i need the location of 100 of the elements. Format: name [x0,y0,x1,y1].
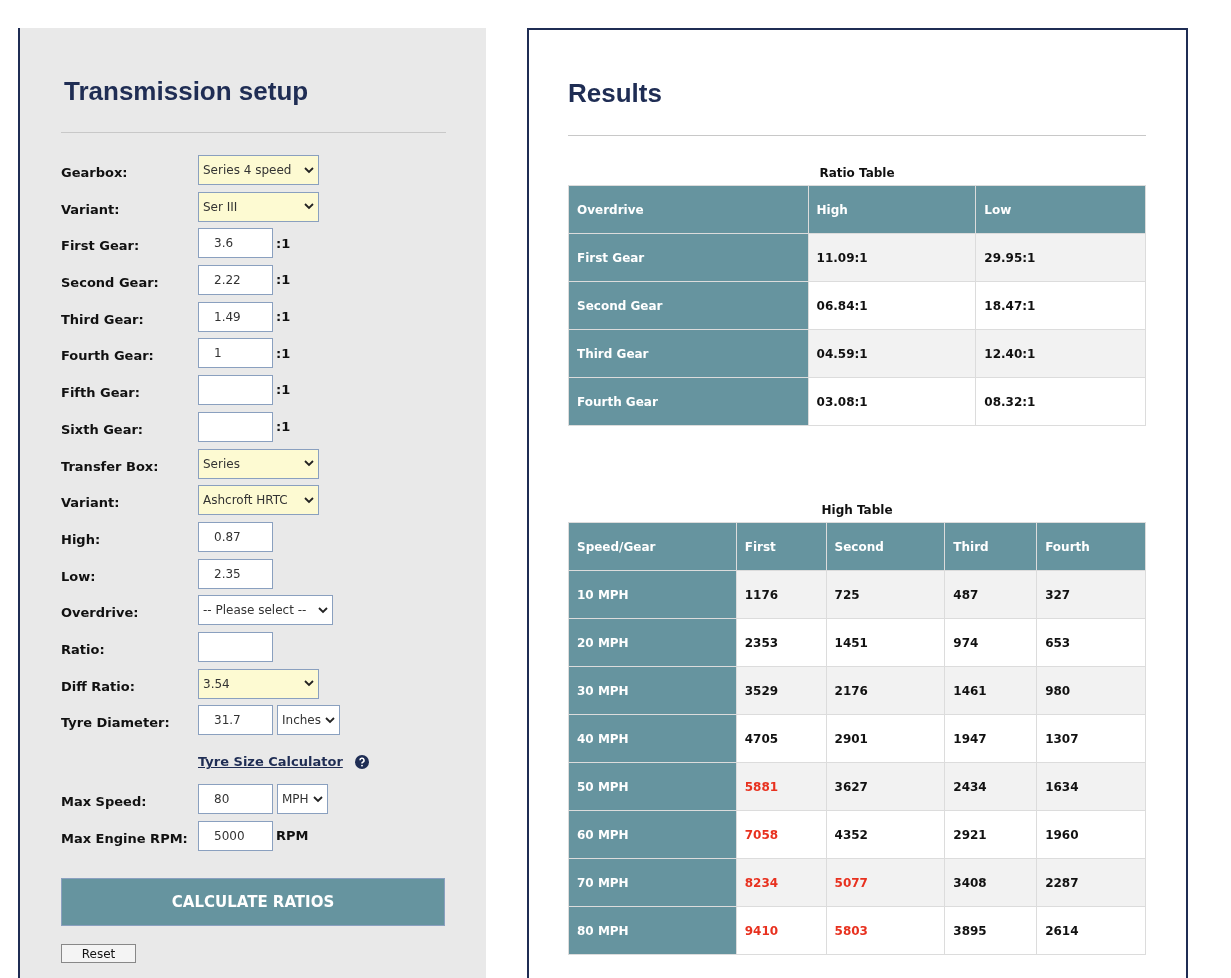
row-header: First Gear [568,233,809,282]
unit-label: :1 [276,271,291,290]
input-field[interactable]: 31.7 [198,705,273,736]
table-cell: 1947 [944,714,1037,763]
chevron-down-icon [325,716,335,724]
field-label: Fifth Gear: [61,384,141,403]
field-label: Ratio: [61,640,106,659]
chevron-down-icon [318,606,329,614]
chevron-down-icon [304,496,314,504]
row-header: 40 MPH [568,714,737,763]
chevron-down-icon [312,795,323,803]
table-cell: 5881 [736,762,827,811]
table-cell: 06.84:1 [808,281,976,330]
table-cell: 1461 [944,666,1037,715]
unit-label: :1 [276,418,291,437]
table-cell: 5077 [826,858,945,907]
table-cell: 2287 [1036,858,1146,907]
table-caption: High Table [820,502,894,519]
chevron-down-icon [304,680,314,688]
field-label: Variant: [61,200,121,219]
table-cell: 2901 [826,714,945,763]
column-header: Third [944,522,1037,571]
input-field[interactable]: 0.87 [198,521,273,552]
row-header: 30 MPH [568,666,737,715]
field-label: Tyre Diameter: [61,714,171,733]
table-cell: 1634 [1036,762,1146,811]
dropdown[interactable]: -- Please select -- [198,595,334,626]
unit-label: :1 [276,234,291,253]
table-cell: 2434 [944,762,1037,811]
row-header: Fourth Gear [568,377,809,426]
input-field[interactable] [198,375,273,406]
row-header: 70 MPH [568,858,737,907]
panel-title: Transmission setup [64,75,310,108]
dropdown[interactable]: Inches [277,705,340,736]
row-header: 50 MPH [568,762,737,811]
table-cell: 980 [1036,666,1146,715]
table-cell: 4705 [736,714,827,763]
unit-label: RPM [276,826,309,845]
row-header: 20 MPH [568,618,737,667]
table-cell: 3627 [826,762,945,811]
row-header: Third Gear [568,329,809,378]
field-label: First Gear: [61,237,141,256]
table-cell: 2921 [944,810,1037,859]
field-label: Max Speed: [61,793,148,811]
input-field[interactable]: 3.6 [198,228,273,259]
reset-button[interactable]: Reset [61,944,136,964]
input-field[interactable]: 5000 [198,820,273,851]
dropdown[interactable]: 3.54 [198,668,319,699]
field-label: Variant: [61,494,121,513]
table-cell: 1960 [1036,810,1146,859]
input-field[interactable]: 2.35 [198,558,273,589]
table-cell: 1307 [1036,714,1146,763]
chevron-down-icon [304,460,314,467]
table-cell: 327 [1036,570,1146,619]
column-header: Speed/Gear [568,522,737,571]
field-label: Gearbox: [61,164,129,182]
table-cell: 725 [826,570,945,619]
table-cell: 974 [944,618,1037,667]
input-field[interactable]: 1 [198,338,273,369]
column-header: Overdrive [568,185,809,234]
table-caption: Ratio Table [818,165,896,182]
table-cell: 8234 [736,858,827,907]
table-cell: 7058 [736,810,827,859]
table-cell: 5803 [826,906,945,955]
field-label: Fourth Gear: [61,347,155,366]
field-label: Max Engine RPM: [61,829,189,848]
table-cell: 1451 [826,618,945,667]
row-header: 10 MPH [568,570,737,619]
input-field[interactable] [198,631,273,662]
input-field[interactable]: 1.49 [198,301,273,332]
table-cell: 12.40:1 [975,329,1146,378]
field-label: Low: [61,567,97,586]
dropdown[interactable]: Ashcroft HRTC [198,485,319,516]
column-header: Second [826,522,945,571]
dropdown[interactable]: Series [198,448,319,479]
help-icon[interactable] [354,755,369,769]
row-header: 60 MPH [568,810,737,859]
input-field[interactable] [198,411,273,442]
column-header: High [808,185,976,234]
chevron-down-icon [304,203,314,211]
table-cell: 29.95:1 [975,233,1146,282]
field-label: Transfer Box: [61,457,160,476]
table-cell: 3529 [736,666,827,715]
table-cell: 3408 [944,858,1037,907]
chevron-down-icon [304,166,314,174]
field-label: Third Gear: [61,310,145,329]
table-cell: 653 [1036,618,1146,667]
field-label: Sixth Gear: [61,420,145,439]
panel-title: Results [568,77,663,110]
table-cell: 2614 [1036,906,1146,955]
dropdown[interactable]: MPH [277,784,328,814]
table-cell: 08.32:1 [975,377,1146,426]
input-field[interactable]: 80 [198,784,273,814]
field-label: Second Gear: [61,274,160,293]
table-cell: 2176 [826,666,945,715]
input-field[interactable]: 2.22 [198,265,273,296]
dropdown[interactable]: Ser III [198,191,319,222]
table-cell: 11.09:1 [808,233,976,282]
dropdown[interactable]: Series 4 speed [198,155,319,185]
tyre-size-calculator-link[interactable]: Tyre Size Calculator [198,752,343,772]
